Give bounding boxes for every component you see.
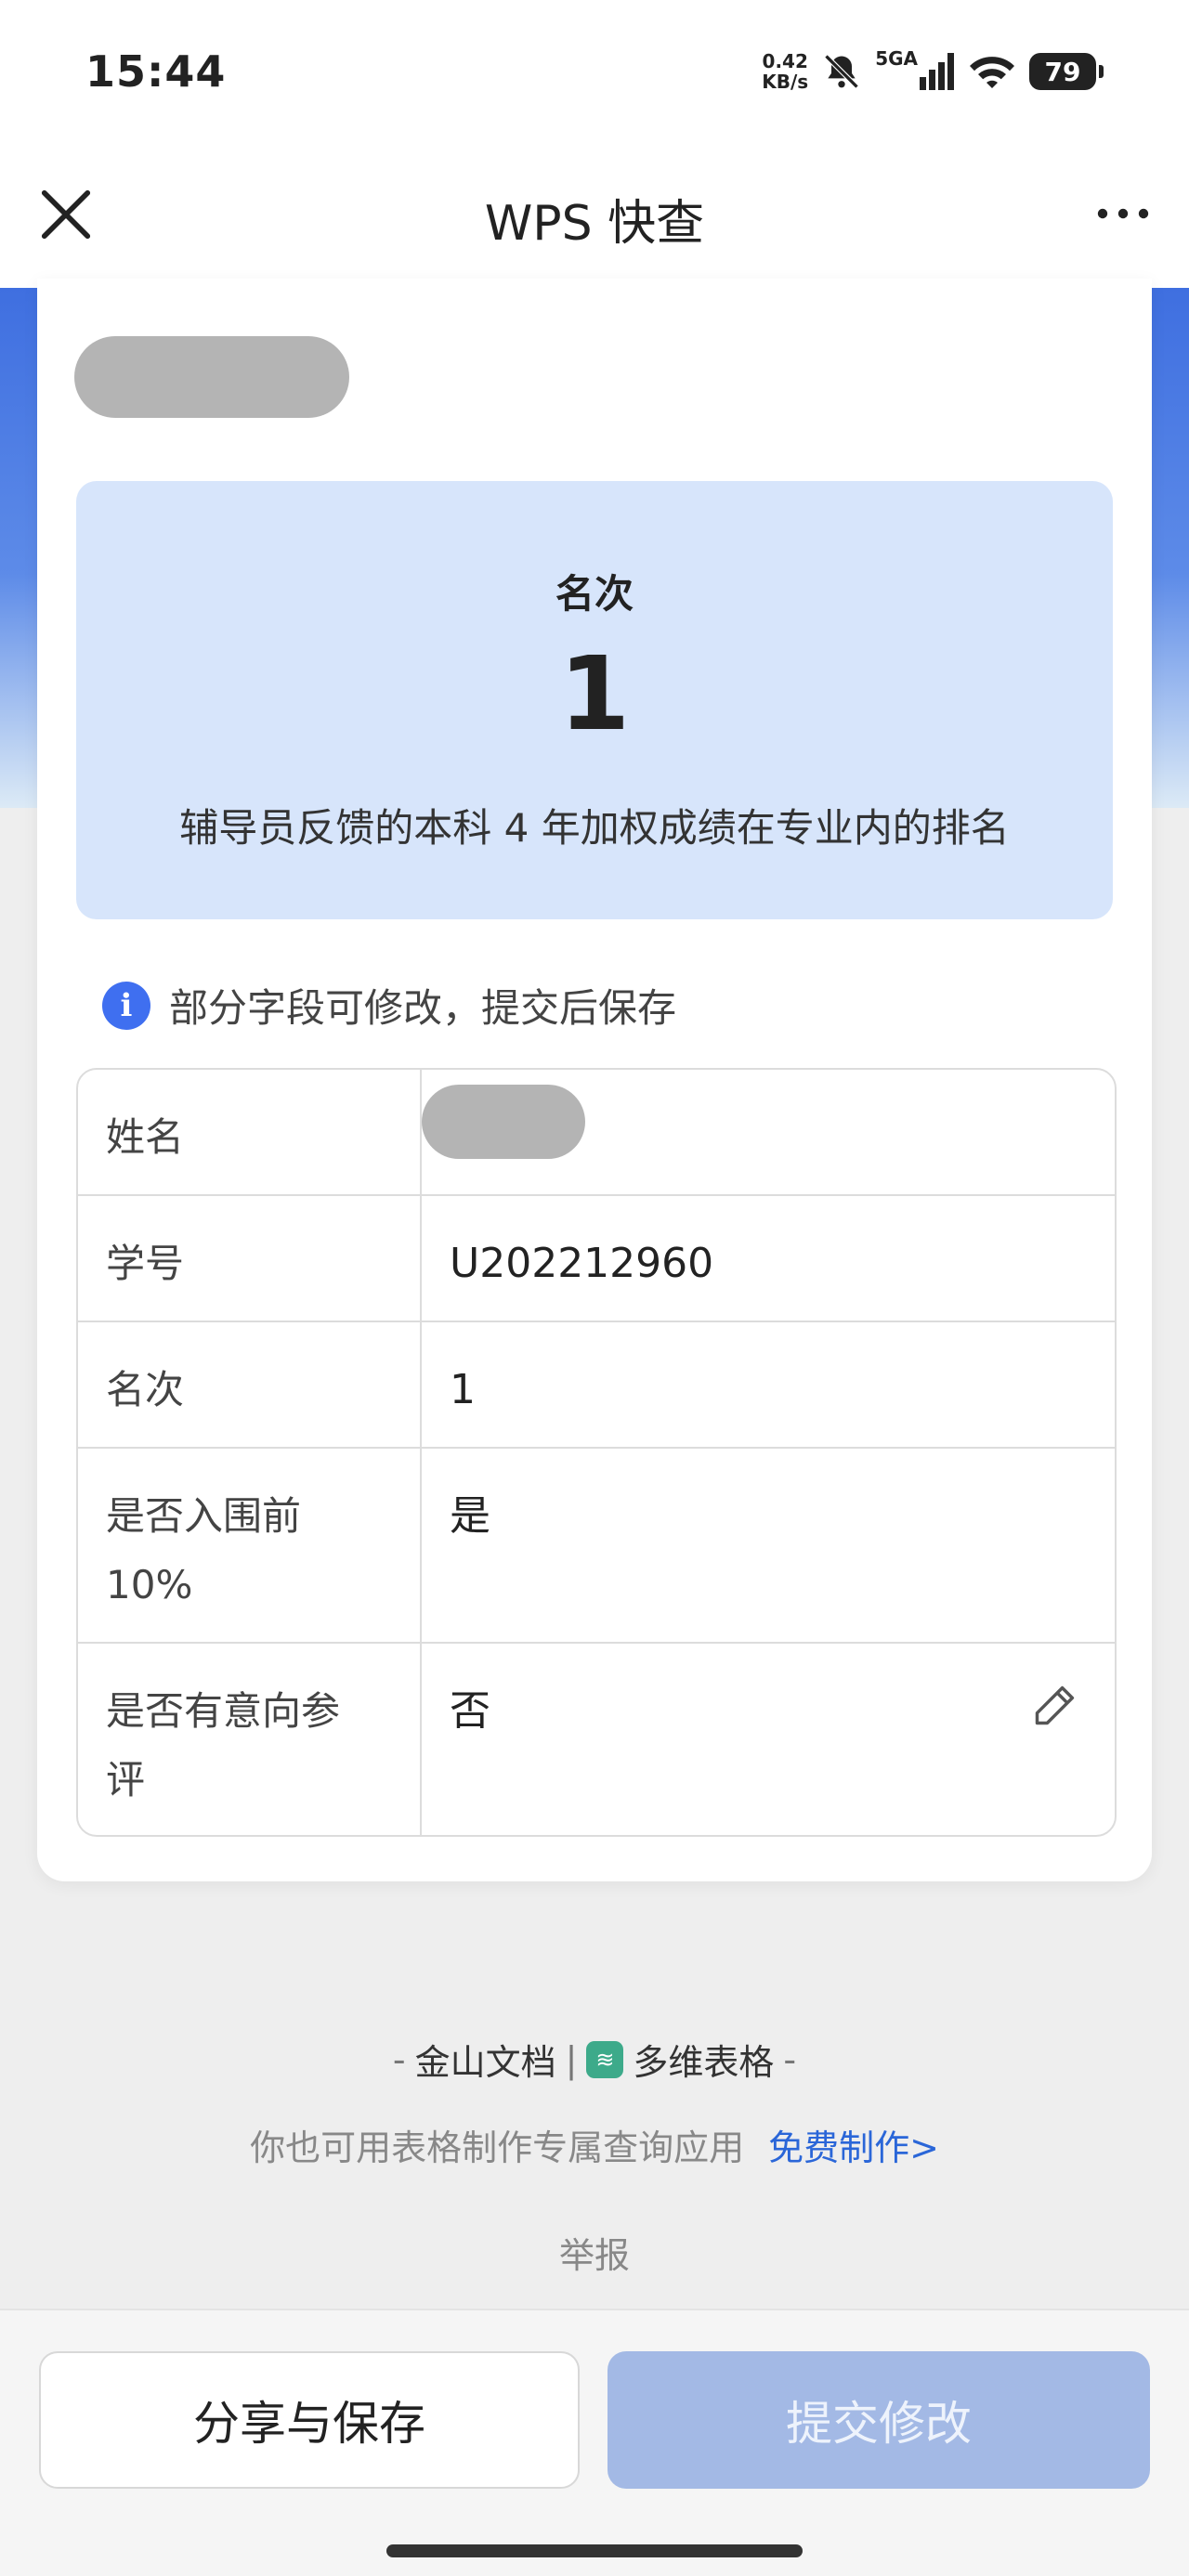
field-label-text: 评 <box>106 1757 146 1802</box>
field-value-text: 是 <box>450 1492 490 1540</box>
pencil-edit-icon[interactable] <box>1031 1681 1079 1729</box>
redacted-name <box>422 1085 585 1159</box>
dash-right: - <box>783 2038 797 2080</box>
more-options-icon[interactable] <box>1094 195 1152 232</box>
free-create-link[interactable]: 免费制作> <box>768 2127 939 2168</box>
table-row: 学号 U202212960 <box>78 1194 1115 1321</box>
status-bar: 15:44 0.42 KB/s 5GA 79 <box>0 0 1189 149</box>
report-link[interactable]: 举报 <box>0 2227 1189 2278</box>
redacted-title <box>74 336 349 418</box>
promo-line: 你也可用表格制作专属查询应用 免费制作> <box>0 2119 1189 2170</box>
table-row: 是否入围前 10% 是 <box>78 1447 1115 1642</box>
dash-left: - <box>392 2038 406 2080</box>
bell-muted-icon <box>824 54 859 89</box>
result-card: 名次 1 辅导员反馈的本科 4 年加权成绩在专业内的排名 i 部分字段可修改，提… <box>37 279 1152 1881</box>
table-row: 姓名 <box>78 1070 1115 1194</box>
submit-changes-button[interactable]: 提交修改 <box>608 2351 1150 2489</box>
navigation-bar: WPS 快查 <box>0 149 1189 288</box>
bottom-action-bar: 分享与保存 提交修改 <box>0 2309 1189 2576</box>
field-value-text: U202212960 <box>450 1240 714 1287</box>
field-label: 名次 <box>78 1322 422 1447</box>
net-speed-unit: KB/s <box>762 71 809 93</box>
field-value-text: 否 <box>450 1687 490 1735</box>
field-label-text: 10% <box>106 1562 193 1607</box>
record-table: 姓名 学号 U202212960 名次 1 是否入围前 10% 是 是否有意向参… <box>76 1068 1117 1837</box>
rank-highlight: 名次 1 辅导员反馈的本科 4 年加权成绩在专业内的排名 <box>76 481 1113 919</box>
info-icon: i <box>102 981 150 1030</box>
field-value <box>422 1070 1115 1194</box>
field-label-text: 是否入围前 <box>106 1493 302 1539</box>
net-speed-value: 0.42 <box>762 50 808 72</box>
status-time: 15:44 <box>85 46 227 97</box>
battery-indicator: 79 <box>1029 53 1104 90</box>
multi-sheet-icon: ≋ <box>586 2040 624 2078</box>
edit-notice: i 部分字段可修改，提交后保存 <box>102 977 676 1034</box>
status-icons: 0.42 KB/s 5GA 79 <box>762 47 1104 95</box>
field-label-text: 学号 <box>106 1241 185 1286</box>
wifi-icon <box>970 57 1014 88</box>
brand-line: - 金山文档 | ≋ 多维表格 - <box>0 2034 1189 2085</box>
rank-description: 辅导员反馈的本科 4 年加权成绩在专业内的排名 <box>179 805 1010 851</box>
field-label: 是否有意向参 评 <box>78 1644 422 1835</box>
notice-text: 部分字段可修改，提交后保存 <box>169 985 677 1031</box>
cell-signal-icon <box>920 53 954 90</box>
field-label-text: 名次 <box>106 1367 185 1412</box>
field-label-text: 是否有意向参 <box>106 1688 341 1734</box>
network-type: 5GA <box>875 47 918 70</box>
field-value: U202212960 <box>422 1196 1115 1321</box>
brand-separator: | <box>565 2038 578 2080</box>
editable-field-value[interactable]: 否 <box>422 1644 1115 1835</box>
table-row: 名次 1 <box>78 1321 1115 1447</box>
page-title: WPS 快查 <box>484 196 705 252</box>
brand-kdocs: 金山文档 <box>414 2042 556 2083</box>
home-indicator[interactable] <box>386 2544 803 2557</box>
field-value-text: 1 <box>450 1366 476 1413</box>
share-save-button[interactable]: 分享与保存 <box>39 2351 580 2489</box>
field-label: 学号 <box>78 1196 422 1321</box>
rank-value: 1 <box>558 634 631 753</box>
promo-text: 你也可用表格制作专属查询应用 <box>250 2127 745 2168</box>
field-label: 姓名 <box>78 1070 422 1194</box>
field-value: 1 <box>422 1322 1115 1447</box>
field-label: 是否入围前 10% <box>78 1449 422 1642</box>
field-label-text: 姓名 <box>106 1114 185 1160</box>
rank-label: 名次 <box>555 571 634 617</box>
brand-multisheet: 多维表格 <box>633 2042 775 2083</box>
field-value: 是 <box>422 1449 1115 1642</box>
net-speed: 0.42 KB/s <box>762 51 808 92</box>
table-row-editable[interactable]: 是否有意向参 评 否 <box>78 1642 1115 1835</box>
